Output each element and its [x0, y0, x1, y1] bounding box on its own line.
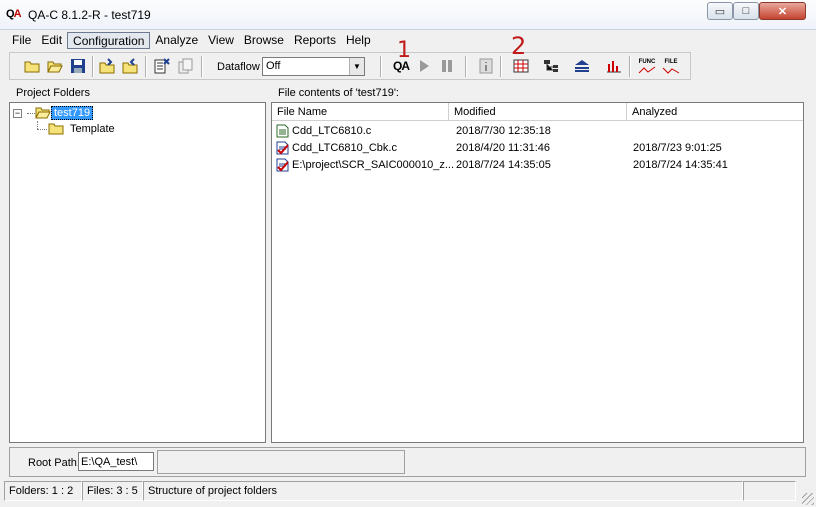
menu-configuration[interactable]: Configuration — [67, 32, 151, 49]
root-path-bar: Root Path: E:\QA_test\ — [9, 447, 806, 477]
resize-grip-icon[interactable] — [802, 493, 814, 505]
file-analyzed: 2018/7/23 9:01:25 — [633, 142, 722, 154]
root-path-panel — [157, 450, 405, 474]
file-contents-header: File contents of 'test719': — [274, 85, 804, 101]
folder-icon — [48, 123, 64, 135]
app-logo: QA — [6, 8, 22, 20]
file-modified: 2018/7/30 12:35:18 — [456, 125, 551, 137]
file-label: FILE — [664, 58, 678, 65]
tree-label: Template — [70, 123, 115, 135]
toolbar-separator — [500, 56, 502, 77]
toolbar-separator — [629, 56, 631, 77]
menu-edit[interactable]: Edit — [36, 32, 67, 49]
new-folder-icon[interactable] — [22, 57, 42, 75]
close-button[interactable]: ✕ — [759, 2, 806, 20]
menu-reports[interactable]: Reports — [289, 32, 341, 49]
file-analyzed: 2018/7/24 14:35:41 — [633, 159, 728, 171]
tree-item-test719[interactable]: − test719 — [13, 105, 94, 121]
save-icon[interactable] — [68, 57, 88, 75]
file-graph-icon[interactable]: FILE — [660, 57, 682, 75]
dataflow-value: Off — [266, 60, 281, 72]
project-folders-header: Project Folders — [12, 85, 266, 101]
toolbar-separator — [201, 56, 203, 77]
menu-analyze[interactable]: Analyze — [150, 32, 203, 49]
c-file-icon — [276, 124, 289, 138]
info-icon[interactable] — [476, 57, 496, 75]
pause-icon[interactable] — [437, 57, 457, 75]
annotation-1: 1 — [397, 38, 411, 63]
column-header-file-name[interactable]: File Name — [272, 103, 449, 121]
menu-file[interactable]: File — [7, 32, 36, 49]
func-graph-icon[interactable]: FUNC — [636, 57, 658, 75]
structure-icon[interactable] — [572, 57, 592, 75]
table-row[interactable]: E:\project\SCR_SAIC000010_z... 2018/7/24… — [272, 157, 803, 174]
menu-help[interactable]: Help — [341, 32, 376, 49]
file-name: Cdd_LTC6810.c — [292, 125, 372, 137]
status-extra — [743, 481, 796, 501]
tree-connector — [37, 129, 47, 130]
toolbar-separator — [92, 56, 94, 77]
file-name: E:\project\SCR_SAIC000010_z... — [292, 159, 455, 171]
analyzed-file-icon — [276, 141, 289, 155]
status-bar: Folders: 1 : 2 Files: 3 : 5 Structure of… — [0, 481, 816, 507]
file-name: Cdd_LTC6810_Cbk.c — [292, 142, 397, 154]
open-folder-icon[interactable] — [45, 57, 65, 75]
func-label: FUNC — [638, 58, 656, 65]
add-folder-icon[interactable] — [98, 57, 118, 75]
toolbar-separator — [465, 56, 467, 77]
remove-folder-icon[interactable] — [121, 57, 141, 75]
bar-chart-icon[interactable] — [604, 57, 624, 75]
open-folder-icon — [35, 107, 51, 119]
annotation-2: 2 — [511, 32, 527, 60]
menu-view[interactable]: View — [203, 32, 239, 49]
minimize-button[interactable]: ▭ — [707, 2, 733, 20]
chevron-down-icon[interactable]: ▼ — [349, 58, 364, 75]
table-row[interactable]: Cdd_LTC6810.c 2018/7/30 12:35:18 — [272, 123, 803, 140]
root-path-label: Root Path: — [28, 457, 80, 469]
toolbar: Dataflow Off ▼ QA FUNC FILE — [9, 52, 691, 80]
table-row[interactable]: Cdd_LTC6810_Cbk.c 2018/4/20 11:31:46 201… — [272, 140, 803, 157]
status-message: Structure of project folders — [143, 481, 743, 501]
run-icon[interactable] — [414, 57, 434, 75]
window-title: QA-C 8.1.2-R - test719 — [28, 8, 151, 22]
copy-icon[interactable] — [176, 57, 196, 75]
column-header-analyzed[interactable]: Analyzed — [627, 103, 803, 121]
dataflow-label: Dataflow — [217, 61, 260, 73]
project-folders-tree[interactable]: − test719 Template — [9, 102, 266, 443]
collapse-toggle[interactable]: − — [13, 108, 22, 118]
file-modified: 2018/7/24 14:35:05 — [456, 159, 551, 171]
status-folders: Folders: 1 : 2 — [4, 481, 82, 501]
properties-icon[interactable] — [152, 57, 172, 75]
toolbar-separator — [145, 56, 147, 77]
status-files: Files: 3 : 5 — [82, 481, 143, 501]
tree-label: test719 — [51, 106, 94, 120]
title-bar: QA QA-C 8.1.2-R - test719 ▭ □ ✕ — [0, 0, 816, 30]
analyzed-file-icon — [276, 158, 289, 172]
column-header-modified[interactable]: Modified — [449, 103, 627, 121]
toolbar-separator — [380, 56, 382, 77]
maximize-button[interactable]: □ — [733, 2, 759, 20]
dataflow-select[interactable]: Off ▼ — [262, 57, 365, 76]
root-path-field[interactable]: E:\QA_test\ — [78, 452, 154, 471]
call-tree-icon[interactable] — [541, 57, 561, 75]
file-modified: 2018/4/20 11:31:46 — [456, 142, 550, 154]
file-list[interactable]: File Name Modified Analyzed Cdd_LTC6810.… — [271, 102, 804, 443]
tree-connector — [37, 121, 38, 129]
menu-browse[interactable]: Browse — [239, 32, 289, 49]
tree-item-template[interactable]: Template — [48, 121, 117, 137]
